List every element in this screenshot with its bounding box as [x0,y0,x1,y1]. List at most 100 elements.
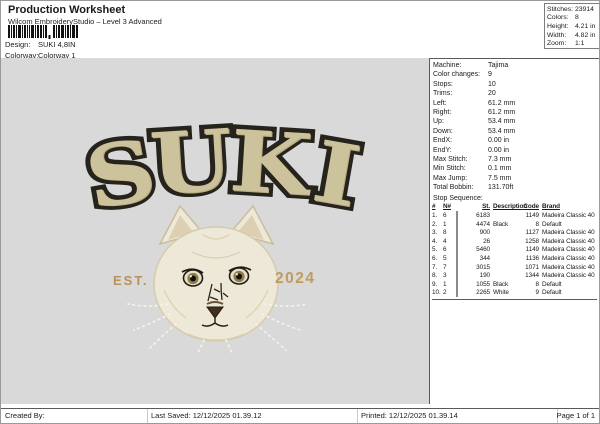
info-value: 9 [488,71,492,79]
footer-divider [147,409,148,423]
machine-info-row: Stops: 10 [433,80,598,89]
cell-num: 8. [432,272,438,280]
machine-info-panel: Machine: Tajima Color changes: 9 Stops: … [429,58,599,404]
cell-num: 5. [432,246,438,254]
col-stitch: St. [482,203,490,210]
machine-info-row: Down: 53.4 mm [433,127,598,136]
footer-divider [357,409,358,423]
cell-thread: 4474 [476,220,490,228]
cell-description [490,246,521,255]
cell-code: 1344 [525,272,539,280]
design-label: Design: [5,40,31,49]
info-value: 20 [488,90,496,98]
stop-sequence-table: 1. 6 6183 1149 Madeira Classic 40 2. 1 4… [432,211,597,300]
cell-num: 3. [432,229,438,237]
info-value: 61.2 mm [488,99,516,107]
cell-needle: 2 [443,289,447,297]
machine-info-row: Max Jump: 7.5 mm [433,174,598,183]
info-value: 53.4 mm [488,127,516,135]
cell-brand: Default [542,280,562,288]
cell-num: 9. [432,280,438,288]
info-value: 0.00 in [488,137,510,145]
col-num: # [432,203,436,210]
cell-thread: 900 [479,229,490,237]
cell-needle: 5 [443,254,447,262]
cell-brand: Madeira Classic 40 [542,237,595,245]
design-name-row: Design: SUKI 4,8IN [5,40,76,49]
cell-num: 10. [432,289,441,297]
cell-needle: 6 [443,212,447,219]
cell-brand: Default [542,289,562,297]
cell-brand: Madeira Classic 40 [542,263,595,271]
cell-needle: 6 [443,246,447,254]
cell-description: White [493,289,509,297]
info-label: Min Stitch: [433,165,466,173]
info-label: Left: [433,99,447,107]
info-value: Tajima [488,62,509,69]
cell-thread: 26 [483,237,490,245]
info-label: Trims: [433,90,453,98]
info-label: EndX: [433,137,453,145]
cell-code: 8 [535,220,540,228]
stat-label: Width: [547,31,567,39]
cell-num: 1. [432,212,438,219]
cell-description [490,238,521,247]
cell-brand: Madeira Classic 40 [542,254,595,262]
cell-needle: 1 [443,220,447,228]
cell-needle: 8 [443,229,447,237]
cell-brand: Madeira Classic 40 [542,272,595,280]
info-label: Color changes: [433,71,481,79]
machine-info-row: Color changes: 9 [433,70,598,79]
col-code: Code [523,203,539,210]
cell-thread: 344 [479,254,490,262]
cell-description [490,264,521,273]
machine-info-row: Up: 53.4 mm [433,117,598,126]
info-label: Stops: [433,80,453,88]
stat-value: 4.82 in [575,31,596,39]
thread-color-swatch [456,271,458,281]
footer-page-number: Page 1 of 1 [556,411,595,420]
thread-color-swatch [456,288,458,298]
cell-description [490,212,521,221]
cell-needle: 1 [443,280,447,288]
cell-code: 1127 [525,229,539,237]
stat-value: 4.21 in [575,22,596,30]
machine-info-row: Max Stitch: 7.3 mm [433,155,598,164]
cell-code: 9 [535,289,540,297]
cell-code: 1149 [525,212,539,219]
info-value: 61.2 mm [488,108,516,116]
cell-needle: 4 [443,237,447,245]
production-worksheet-page: Production Worksheet Wilcom EmbroiderySt… [0,0,600,424]
cell-code: 8 [535,280,540,288]
stats-row: Height: 4.21 in [547,23,599,32]
cell-num: 7. [432,263,438,271]
stats-row: Width: 4.82 in [547,32,599,41]
machine-info-row: EndY: 0.00 in [433,146,598,155]
cell-num: 2. [432,220,438,228]
stats-row: Colors: 8 [547,14,599,23]
est-text: EST. [113,273,149,288]
info-label: Down: [433,127,453,135]
thread-color-swatch [456,228,458,238]
stat-value: 8 [575,14,579,22]
col-needle: N# [443,203,451,210]
machine-info-row: Min Stitch: 0.1 mm [433,164,598,173]
stat-label: Colors: [547,14,569,22]
cell-description [490,272,521,281]
stats-row: Stitches: 23914 [547,6,599,15]
cell-code: 1258 [525,237,539,245]
stat-value: 1:1 [575,40,585,48]
cell-description: Black [493,220,509,228]
stat-label: Zoom: [547,40,567,48]
cell-brand: Madeira Classic 40 [542,229,595,237]
machine-info-row: EndX: 0.00 in [433,136,598,145]
thread-color-swatch [456,211,458,220]
footer-printed: Printed: 12/12/2025 01.39.14 [361,411,458,420]
info-label: Right: [433,108,452,116]
info-label: Machine: [433,62,462,69]
footer: Created By: Last Saved: 12/12/2025 01.39… [1,408,599,423]
stats-row: Zoom: 1:1 [547,40,599,49]
cell-num: 6. [432,254,438,262]
footer-last-saved: Last Saved: 12/12/2025 01.39.12 [151,411,262,420]
cell-thread: 1055 [476,280,490,288]
